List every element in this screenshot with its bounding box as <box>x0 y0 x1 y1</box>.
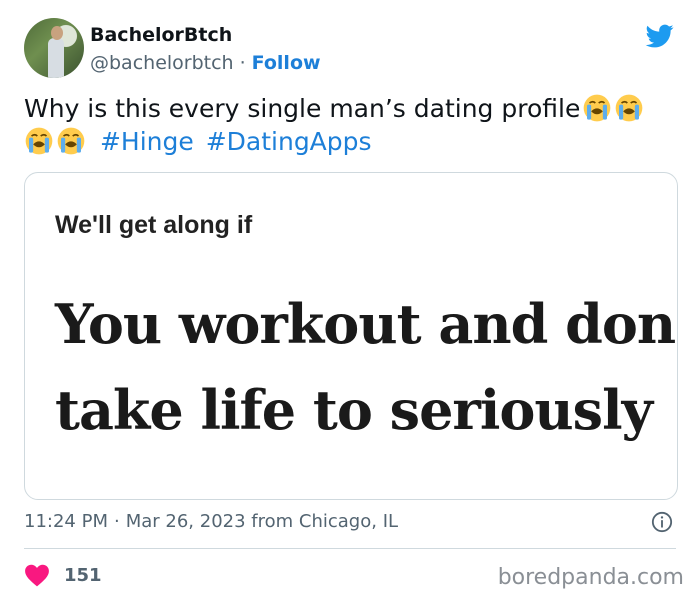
twitter-bird-icon[interactable] <box>644 22 676 50</box>
hashtag-datingapps[interactable]: #DatingApps <box>206 127 372 156</box>
like-count: 151 <box>64 564 102 586</box>
media-small-text: We'll get along if <box>55 211 253 239</box>
avatar-figure-head <box>51 26 63 40</box>
avatar-figure-body <box>48 38 64 78</box>
loudly-crying-face-icon <box>615 94 643 122</box>
author-handle[interactable]: @bachelorbtch <box>90 52 234 74</box>
loudly-crying-face-icon <box>583 94 611 122</box>
author-handle-line: @bachelorbtch · Follow <box>90 52 321 74</box>
loudly-crying-face-icon <box>57 127 85 155</box>
author-name[interactable]: BachelorBtch <box>90 24 232 46</box>
media-big-text: You workout and don’t take life to serio… <box>55 281 678 453</box>
media-card[interactable]: We'll get along if You workout and don’t… <box>24 172 678 500</box>
tweet-text: Why is this every single man’s dating pr… <box>24 92 674 158</box>
media-big-line-2: take life to seriously <box>55 378 653 442</box>
media-big-line-1: You workout and don’t <box>55 292 678 356</box>
like-group[interactable]: 151 <box>24 563 102 587</box>
handle-separator: · <box>239 52 246 74</box>
tweet-meta: 11:24 PM · Mar 26, 2023 from Chicago, IL <box>24 511 398 532</box>
hashtag-hinge[interactable]: #Hinge <box>100 127 194 156</box>
info-icon[interactable] <box>651 511 673 533</box>
tweet-location: from Chicago, IL <box>251 511 399 532</box>
loudly-crying-face-icon <box>25 127 53 155</box>
tweet-header: BachelorBtch @bachelorbtch · Follow <box>24 16 676 82</box>
tweet-text-main: Why is this every single man’s dating pr… <box>24 94 581 123</box>
meta-separator: · <box>113 511 120 532</box>
watermark: boredpanda.com <box>497 565 684 590</box>
divider <box>24 548 676 549</box>
follow-button[interactable]: Follow <box>252 52 321 74</box>
tweet-date[interactable]: Mar 26, 2023 <box>126 511 246 532</box>
tweet-time[interactable]: 11:24 PM <box>24 511 108 532</box>
avatar[interactable] <box>24 18 84 78</box>
heart-icon[interactable] <box>24 563 50 587</box>
